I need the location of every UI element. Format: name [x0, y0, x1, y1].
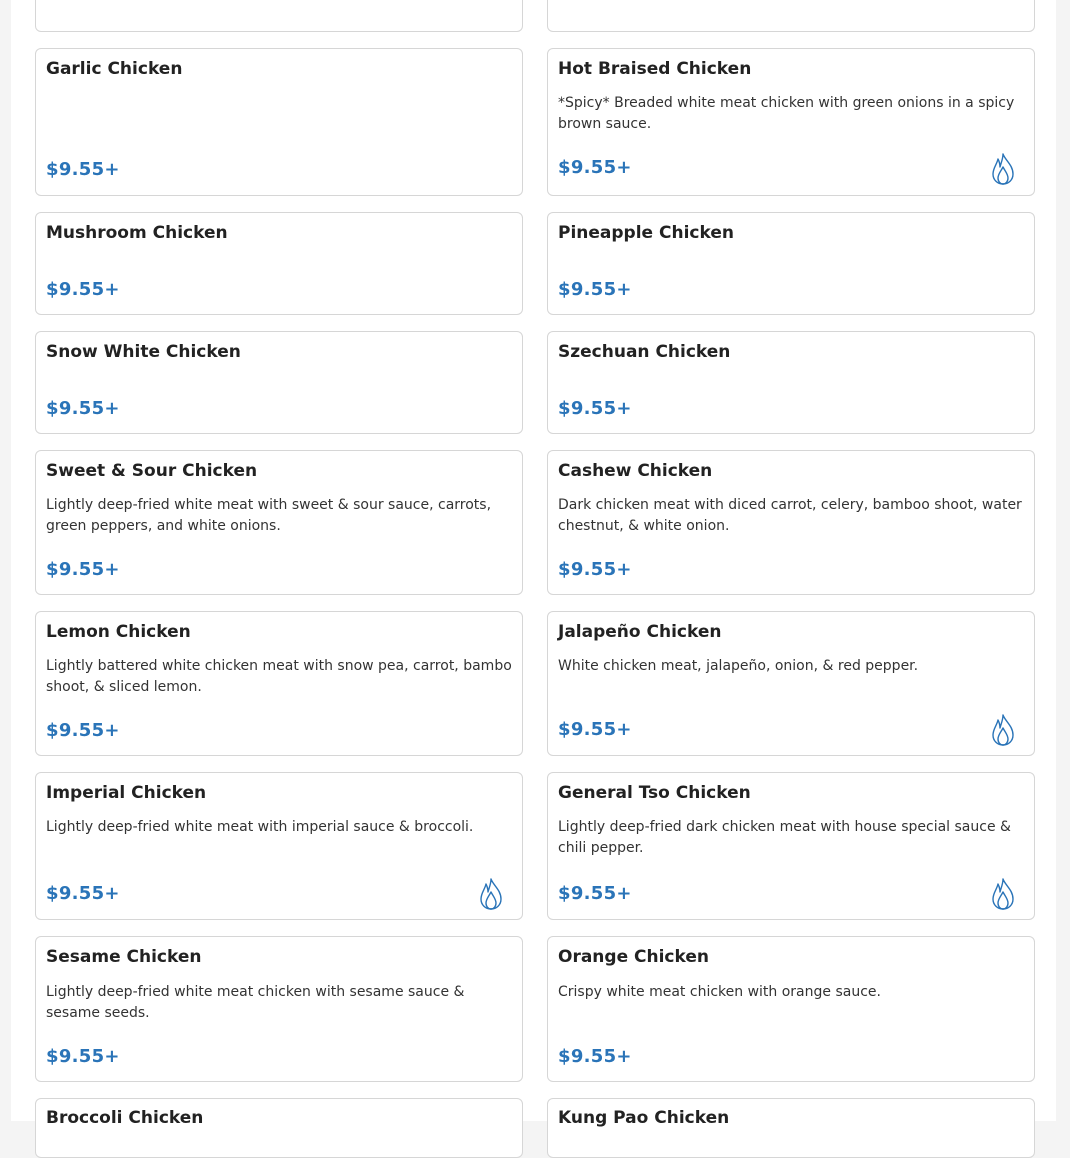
menu-item-price: $9.55+ — [558, 1046, 632, 1067]
menu-item-name: Lemon Chicken — [46, 622, 191, 642]
menu-item-description: Crispy white meat chicken with orange sa… — [558, 984, 881, 1000]
menu-item-card[interactable]: Snow White Chicken $9.55+ — [35, 331, 523, 434]
menu-item-card[interactable]: $9.55+ — [35, 0, 523, 32]
menu-item-card[interactable]: Broccoli Chicken — [35, 1098, 523, 1158]
menu-item-description: Lightly deep-fried white meat chicken wi… — [46, 984, 465, 1021]
menu-item-name: General Tso Chicken — [558, 783, 751, 803]
menu-item-card[interactable]: Pineapple Chicken $9.55+ — [547, 212, 1035, 315]
flame-icon — [991, 153, 1015, 185]
flame-icon — [991, 714, 1015, 746]
menu-item-price: $9.55+ — [558, 157, 632, 178]
menu-item-card[interactable]: General Tso Chicken Lightly deep-fried da… — [547, 772, 1035, 920]
menu-item-price: $9.55+ — [46, 279, 120, 300]
menu-page: $9.55+$9.55+Garlic Chicken$9.55+Hot Brai… — [11, 0, 1056, 1158]
flame-icon — [479, 878, 503, 910]
menu-item-name: Szechuan Chicken — [558, 342, 731, 362]
menu-item-price: $9.55+ — [558, 398, 632, 419]
menu-item-description: Dark chicken meat with diced carrot, cel… — [558, 497, 1022, 534]
menu-item-card[interactable]: Cashew Chicken Dark chicken meat with dic… — [547, 450, 1035, 595]
menu-item-price: $9.55+ — [46, 883, 120, 904]
menu-item-price: $9.55+ — [558, 279, 632, 300]
menu-item-description: Lightly deep-fried white meat with sweet… — [46, 497, 492, 534]
menu-item-name: Kung Pao Chicken — [558, 1108, 730, 1128]
menu-item-card[interactable]: Sweet & Sour Chicken Lightly deep-fried w… — [35, 450, 523, 595]
menu-item-description: Lightly deep-fried dark chicken meat wit… — [558, 819, 1011, 856]
menu-item-price: $9.55+ — [46, 720, 120, 741]
menu-item-name: Sweet & Sour Chicken — [46, 461, 258, 481]
menu-item-card[interactable]: Imperial Chicken Lightly deep-fried white… — [35, 772, 523, 920]
menu-item-name: Snow White Chicken — [46, 342, 241, 362]
menu-item-price: $9.55+ — [558, 883, 632, 904]
menu-item-card[interactable]: Kung Pao Chicken — [547, 1098, 1035, 1158]
menu-item-card[interactable]: Lemon Chicken Lightly battered white chic… — [35, 611, 523, 756]
menu-item-card[interactable]: Orange Chicken Crispy white meat chicken … — [547, 936, 1035, 1082]
menu-item-description: *Spicy* Breaded white meat chicken with … — [558, 95, 1015, 132]
menu-item-name: Orange Chicken — [558, 947, 709, 967]
menu-item-name: Mushroom Chicken — [46, 223, 228, 243]
menu-item-price: $9.55+ — [46, 398, 120, 419]
menu-item-name: Pineapple Chicken — [558, 223, 734, 243]
menu-item-price: $9.55+ — [46, 159, 120, 180]
menu-item-card[interactable]: Mushroom Chicken $9.55+ — [35, 212, 523, 315]
menu-item-name: Sesame Chicken — [46, 947, 202, 967]
menu-item-name: Imperial Chicken — [46, 783, 207, 803]
menu-item-name: Jalapeño Chicken — [558, 622, 722, 642]
menu-item-price: $9.55+ — [46, 559, 120, 580]
menu-item-name: Broccoli Chicken — [46, 1108, 204, 1128]
menu-item-name: Garlic Chicken — [46, 59, 183, 79]
menu-item-description: White chicken meat, jalapeño, onion, & r… — [558, 658, 919, 674]
menu-item-card[interactable]: Szechuan Chicken $9.55+ — [547, 331, 1035, 434]
menu-item-card[interactable]: Sesame Chicken Lightly deep-fried white m… — [35, 936, 523, 1082]
menu-item-name: Cashew Chicken — [558, 461, 713, 481]
menu-item-card[interactable]: Garlic Chicken $9.55+ — [35, 48, 523, 196]
flame-icon — [991, 878, 1015, 910]
menu-item-name: Hot Braised Chicken — [558, 59, 752, 79]
menu-item-card[interactable]: Jalapeño Chicken White chicken meat, jala… — [547, 611, 1035, 756]
menu-item-card[interactable]: Hot Braised Chicken *Spicy* Breaded white… — [547, 48, 1035, 196]
menu-item-price: $9.55+ — [558, 559, 632, 580]
menu-item-card[interactable]: $9.55+ — [547, 0, 1035, 32]
menu-item-description: Lightly deep-fried white meat with imper… — [46, 819, 474, 835]
menu-item-price: $9.55+ — [46, 1046, 120, 1067]
menu-item-description: Lightly battered white chicken meat with… — [46, 658, 512, 695]
menu-item-price: $9.55+ — [558, 719, 632, 740]
